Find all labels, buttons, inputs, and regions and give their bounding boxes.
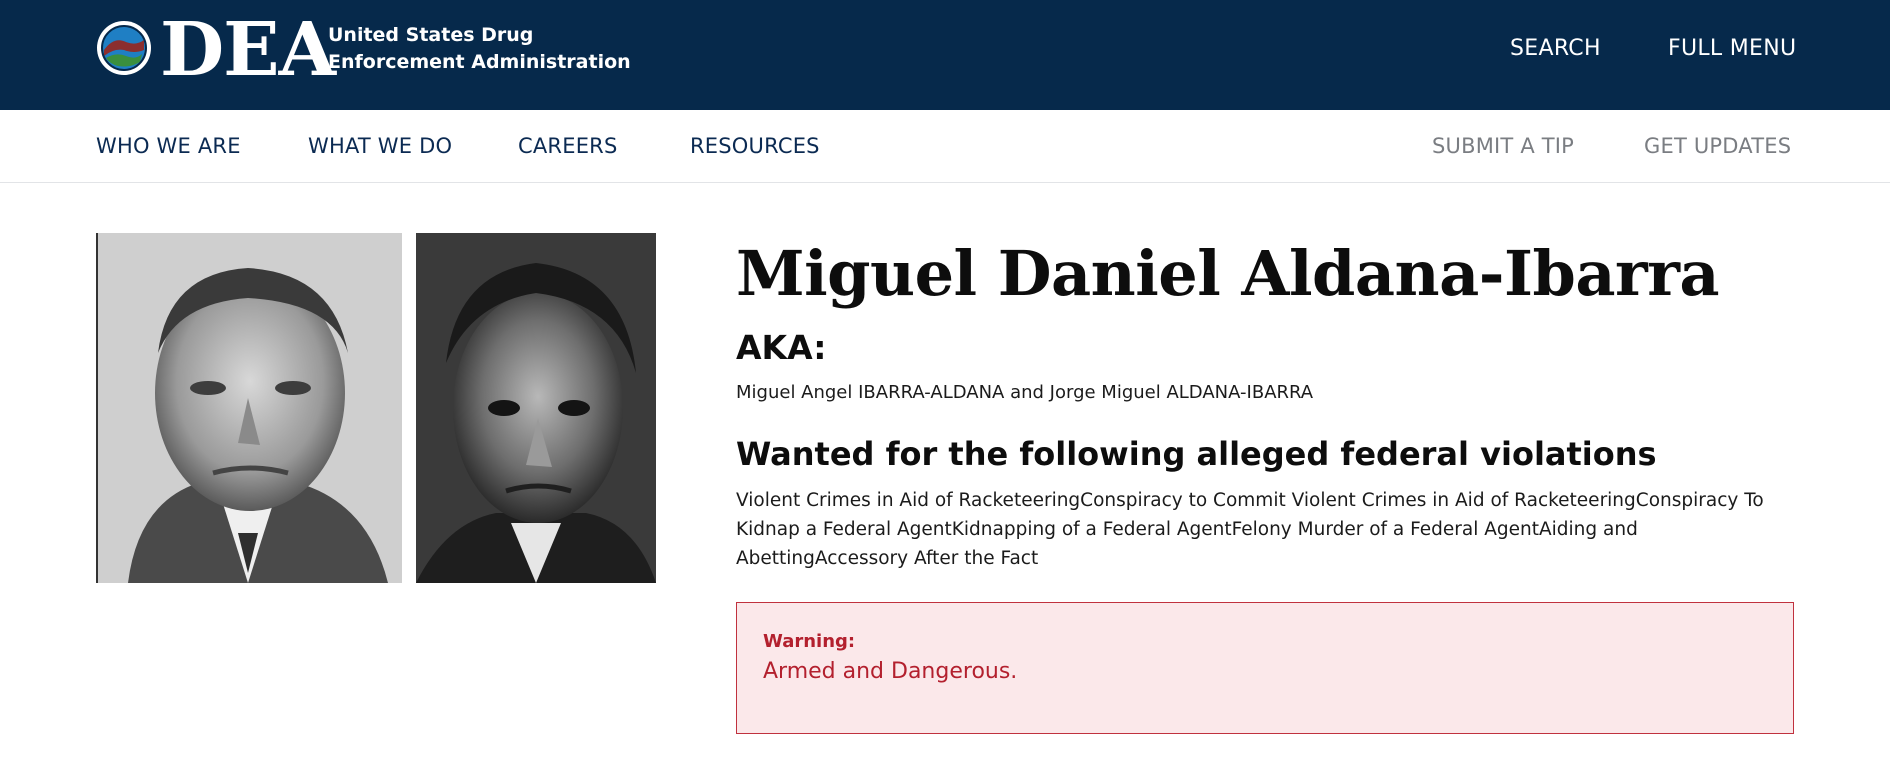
nav-resources[interactable]: RESOURCES <box>690 134 820 158</box>
nav-careers[interactable]: CAREERS <box>518 134 617 158</box>
fugitive-photo-2 <box>416 233 656 583</box>
fugitive-name: Miguel Daniel Aldana-Ibarra <box>736 237 1720 310</box>
aka-names: Miguel Angel IBARRA-ALDANA and Jorge Mig… <box>736 382 1314 403</box>
nav-what-we-do[interactable]: WHAT WE DO <box>308 134 452 158</box>
dea-logo-text[interactable]: DEA <box>160 8 336 92</box>
site-header: DEA United States Drug Enforcement Admin… <box>0 0 1890 110</box>
warning-label: Warning: <box>763 631 856 652</box>
search-link[interactable]: SEARCH <box>1510 36 1601 61</box>
violations-text: Violent Crimes in Aid of RacketeeringCon… <box>736 490 1764 569</box>
get-updates-link[interactable]: GET UPDATES <box>1644 134 1791 158</box>
warning-alert: Warning: Armed and Dangerous. <box>736 602 1794 734</box>
submit-a-tip-link[interactable]: SUBMIT A TIP <box>1432 134 1574 158</box>
agency-name[interactable]: United States Drug Enforcement Administr… <box>328 22 648 76</box>
main-navigation: WHO WE ARE WHAT WE DO CAREERS RESOURCES … <box>0 110 1890 183</box>
fugitive-photo-1 <box>96 233 402 583</box>
aka-heading: AKA: <box>736 328 827 367</box>
warning-text: Armed and Dangerous. <box>763 659 1018 684</box>
dea-seal-logo[interactable] <box>96 20 152 76</box>
nav-who-we-are[interactable]: WHO WE ARE <box>96 134 241 158</box>
full-menu-link[interactable]: FULL MENU <box>1668 36 1796 61</box>
violations-heading: Wanted for the following alleged federal… <box>736 435 1657 473</box>
